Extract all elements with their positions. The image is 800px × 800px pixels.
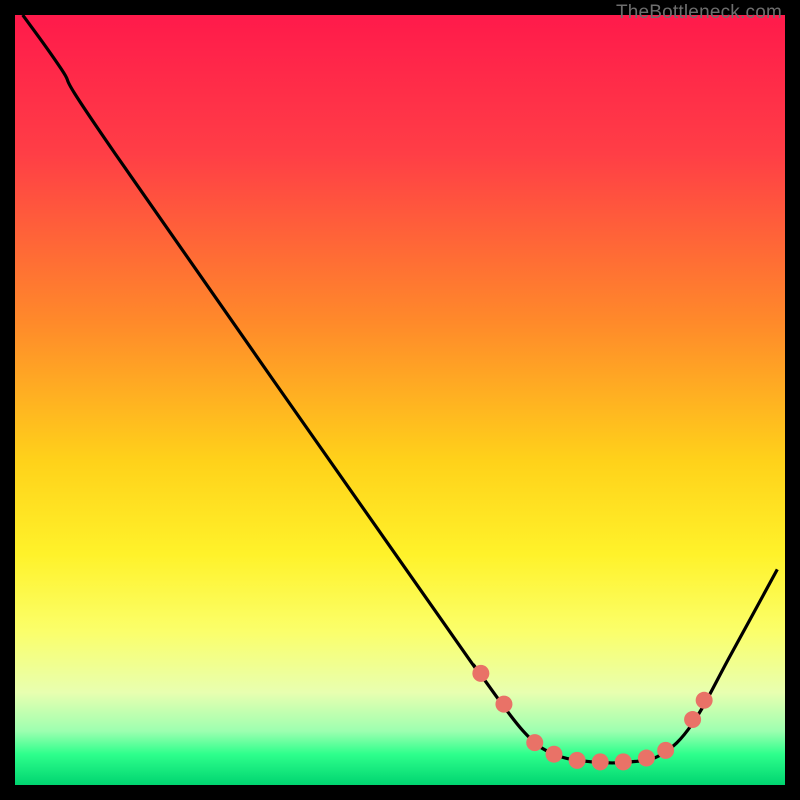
marker-dot <box>657 742 674 759</box>
marker-dot <box>472 665 489 682</box>
marker-dot <box>495 696 512 713</box>
marker-dot <box>696 692 713 709</box>
marker-dot <box>684 711 701 728</box>
marker-dot <box>526 734 543 751</box>
marker-dot <box>615 753 632 770</box>
marker-dot <box>592 753 609 770</box>
marker-dot <box>569 752 586 769</box>
bottleneck-chart <box>15 15 785 785</box>
gradient-background <box>15 15 785 785</box>
marker-dot <box>638 750 655 767</box>
marker-dot <box>546 746 563 763</box>
watermark-text: TheBottleneck.com <box>616 2 782 24</box>
